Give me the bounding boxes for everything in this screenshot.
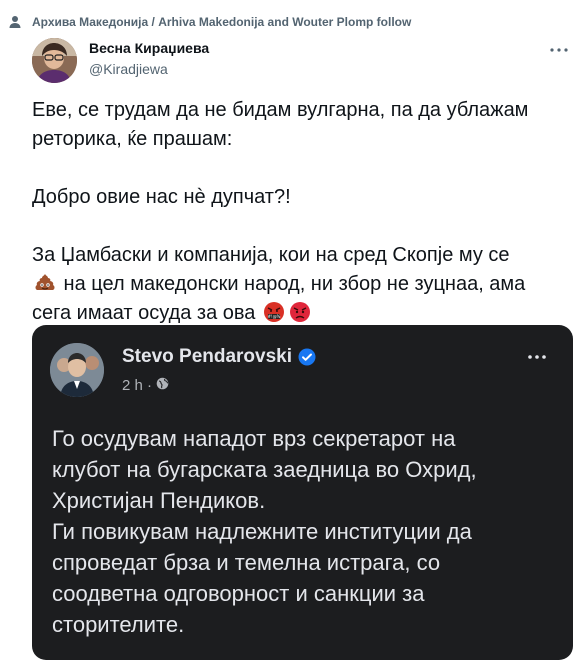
avatar[interactable]	[32, 38, 77, 83]
embed-line: Христијан Пендиков.	[52, 488, 266, 513]
tweet-line-text: на цел македонски народ, ни збор не зуцн…	[58, 273, 526, 295]
embedded-post-card[interactable]: Stevo Pendarovski 2 h · Го осудувам напа…	[32, 325, 573, 660]
tweet-line: За Џамбаски и компанија, кои на сред Ско…	[32, 244, 510, 266]
more-dots-icon	[550, 48, 568, 52]
embed-author-name[interactable]: Stevo Pendarovski	[122, 346, 316, 368]
more-dots-icon	[528, 355, 546, 359]
embed-line: сторителите.	[52, 612, 185, 637]
tweet-line: Добро овие нас нè дупчат?!	[32, 186, 291, 208]
embed-post-text: Го осудувам нападот врз секретарот на кл…	[52, 423, 562, 640]
cursing-face-icon: #!@%	[263, 301, 285, 323]
tweet-line: на цел македонски народ, ни збор не зуцн…	[32, 270, 572, 299]
embed-more-button[interactable]	[525, 349, 549, 365]
more-options-button[interactable]	[547, 40, 571, 60]
tweet-line: реторика, ќе прашам:	[32, 128, 233, 150]
svg-text:#!@%: #!@%	[268, 314, 281, 319]
tweet-line: сега имаат осуда за ова #!@%	[32, 299, 572, 328]
tweet-line-text: сега имаат осуда за ова	[32, 302, 261, 324]
author-handle[interactable]: @Kiradjiewa	[89, 61, 168, 77]
tweet-line: Еве, се трудам да не бидам вулгарна, па …	[32, 99, 529, 121]
embed-line: Ги повикувам надлежните институции да	[52, 519, 472, 544]
person-icon	[8, 15, 22, 29]
tweet-text: Еве, се трудам да не бидам вулгарна, па …	[32, 96, 572, 328]
embed-avatar[interactable]	[50, 343, 104, 397]
embed-line: спроведат брза и темелна истрага, со	[52, 550, 441, 575]
embed-line: клубот на бугарската заедница во Охрид,	[52, 457, 477, 482]
globe-icon	[156, 377, 169, 394]
embed-meta: 2 h ·	[122, 377, 169, 394]
embed-line: Го осудувам нападот врз секретарот на	[52, 426, 456, 451]
pile-of-poo-icon	[34, 272, 56, 294]
verified-badge-icon	[298, 348, 316, 366]
author-name[interactable]: Весна Кираџиева	[89, 40, 209, 56]
embed-author-name-text: Stevo Pendarovski	[122, 346, 293, 367]
social-context[interactable]: Архива Македонија / Arhiva Makedonija an…	[8, 15, 411, 29]
embed-line: соодветна одговорност и санкции за	[52, 581, 425, 606]
embed-time[interactable]: 2 h ·	[122, 377, 152, 394]
social-context-text: Архива Македонија / Arhiva Makedonija an…	[32, 15, 412, 29]
angry-face-icon	[289, 301, 311, 323]
